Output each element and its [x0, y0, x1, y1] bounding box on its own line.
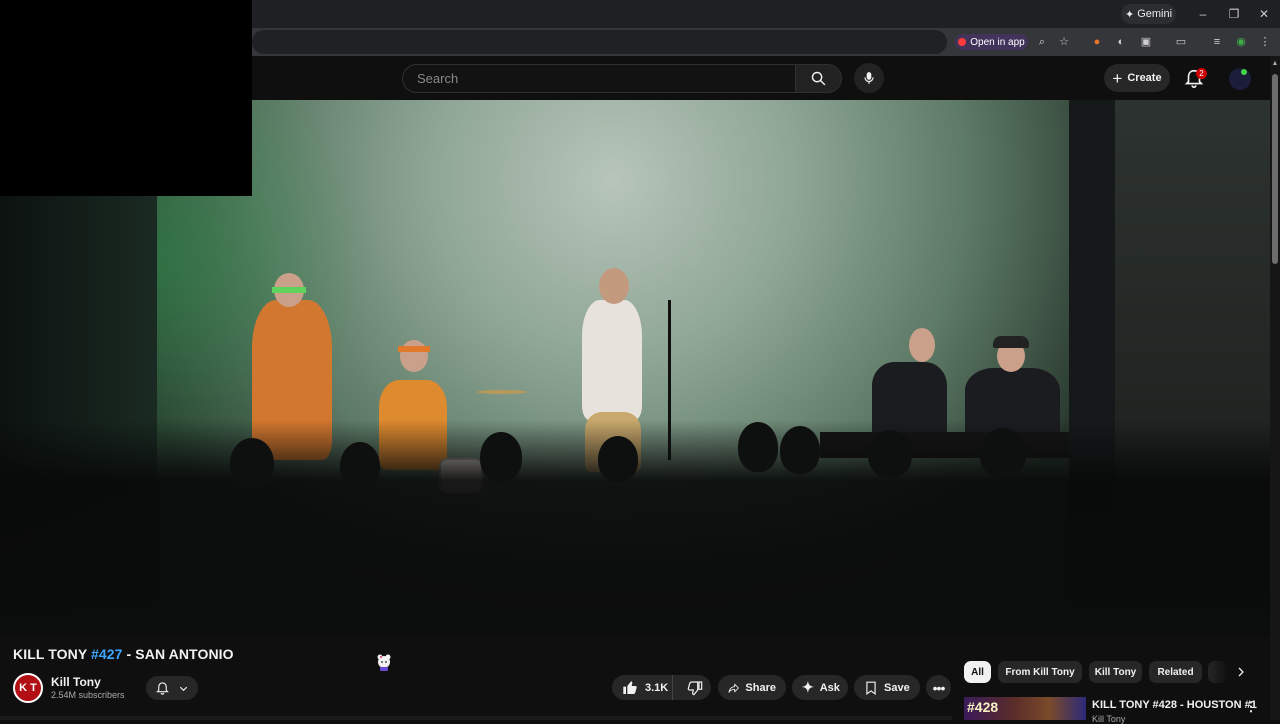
save-label: Save [884, 681, 910, 694]
audience-head [230, 438, 274, 488]
gemini-label: Gemini [1137, 8, 1173, 20]
ask-label: Ask [819, 681, 840, 694]
channel-avatar-text: K T [19, 682, 37, 694]
audience-head [868, 430, 912, 478]
menu-kebab-icon[interactable]: ⋮ [1257, 34, 1273, 50]
performer-figure [582, 300, 642, 420]
chip-fade-overlay [1206, 661, 1230, 683]
panelist-head [909, 328, 935, 362]
gemini-button[interactable]: ✦ Gemini [1121, 4, 1176, 24]
reading-list-icon[interactable]: ≡ [1209, 34, 1225, 50]
open-in-app-label: Open in app [970, 36, 1025, 48]
cymbal [477, 390, 527, 394]
kebab-menu-icon: ⋮ [1244, 699, 1258, 714]
description-edge [0, 716, 952, 720]
create-label: Create [1127, 72, 1162, 84]
youtube-icon [958, 38, 967, 46]
chip-related[interactable]: Related [1149, 661, 1202, 683]
more-actions-button[interactable]: ••• [926, 675, 951, 700]
channel-name[interactable]: Kill Tony [51, 675, 101, 689]
headband [272, 287, 306, 293]
microphone-icon [864, 72, 874, 84]
plus-icon: + [1112, 68, 1123, 88]
audience-head [598, 436, 638, 482]
subscription-notifications-button[interactable] [146, 676, 198, 700]
cursor-sticker-icon [377, 654, 391, 671]
open-in-app-button[interactable]: Open in app [955, 34, 1028, 50]
recommended-video-menu-button[interactable]: ⋮ [1244, 699, 1258, 715]
user-avatar[interactable] [1229, 68, 1251, 90]
like-button[interactable]: 3.1K [612, 675, 674, 700]
minimize-icon[interactable]: – [1194, 5, 1212, 23]
audience-head [340, 442, 380, 490]
thumbs-up-icon [623, 680, 637, 694]
video-title-suffix: - SAN ANTONIO [122, 646, 234, 662]
scroll-up-arrow-icon[interactable]: ▲ [1271, 60, 1279, 68]
performer-head [400, 340, 428, 372]
chip-all[interactable]: All [964, 661, 991, 683]
share-label: Share [745, 681, 776, 694]
chevron-down-icon [179, 686, 188, 691]
sparkle-icon: ✦ [802, 679, 814, 695]
search-input[interactable] [415, 65, 795, 92]
share-icon [728, 683, 739, 693]
recommended-video-thumbnail[interactable]: #428 [964, 697, 1086, 720]
cap [993, 336, 1029, 348]
performer-head [599, 268, 629, 304]
bell-icon [156, 681, 169, 695]
address-bar[interactable] [252, 30, 947, 54]
extension-icon[interactable]: ● [1089, 34, 1105, 50]
profile-icon[interactable]: ◉ [1233, 34, 1249, 50]
recommended-video-title[interactable]: KILL TONY #428 - HOUSTON #1 [1092, 699, 1257, 711]
close-icon[interactable]: ✕ [1255, 5, 1273, 23]
create-button[interactable]: + Create [1104, 64, 1170, 92]
voice-search-button[interactable] [854, 63, 884, 93]
recommended-video-channel[interactable]: Kill Tony [1092, 714, 1125, 724]
dislike-button[interactable] [679, 675, 711, 700]
black-overlay-panel [0, 0, 252, 196]
channel-avatar[interactable]: K T [13, 673, 43, 703]
bookmark-icon [866, 681, 876, 695]
like-count: 3.1K [645, 681, 669, 694]
video-title-hashtag[interactable]: #427 [91, 646, 123, 662]
chip-kill-tony[interactable]: Kill Tony [1089, 661, 1142, 683]
chip-from-kill-tony[interactable]: From Kill Tony [998, 661, 1082, 683]
subscriber-count: 2.54M subscribers [51, 690, 125, 700]
audience-head [980, 428, 1026, 478]
page-scrollbar[interactable] [1270, 56, 1280, 720]
headband [398, 346, 430, 352]
audience-head [738, 422, 778, 472]
search-box [402, 64, 795, 93]
video-title-prefix: KILL TONY [13, 646, 92, 662]
restore-icon[interactable]: ❐ [1225, 5, 1243, 23]
chevron-right-icon [1238, 667, 1244, 677]
audience-head [480, 432, 522, 482]
search-button[interactable] [795, 64, 842, 93]
scrollbar-thumb[interactable] [1272, 74, 1278, 264]
chips-next-button[interactable] [1230, 661, 1252, 683]
zoom-icon[interactable]: ⌕ [1034, 34, 1050, 50]
audience-head [780, 426, 820, 474]
video-title: KILL TONY #427 - SAN ANTONIO [13, 646, 234, 662]
thumbs-down-icon [687, 680, 703, 695]
share-button[interactable]: Share [718, 675, 786, 700]
ask-button[interactable]: ✦ Ask [792, 675, 848, 700]
extension-icon[interactable]: ◐ [1113, 34, 1129, 50]
bookmark-star-icon[interactable]: ☆ [1056, 34, 1072, 50]
more-horizontal-icon: ••• [932, 679, 946, 696]
like-dislike-group: 3.1K [612, 675, 711, 700]
notification-badge: 2 [1196, 68, 1207, 79]
thumbnail-text: #428 [967, 699, 999, 715]
search-icon [811, 71, 826, 86]
sparkle-icon: ✦ [1124, 8, 1135, 21]
extensions-puzzle-icon[interactable]: ▣ [1138, 34, 1154, 50]
save-button[interactable]: Save [854, 675, 920, 700]
cast-icon[interactable]: ▭ [1173, 34, 1189, 50]
